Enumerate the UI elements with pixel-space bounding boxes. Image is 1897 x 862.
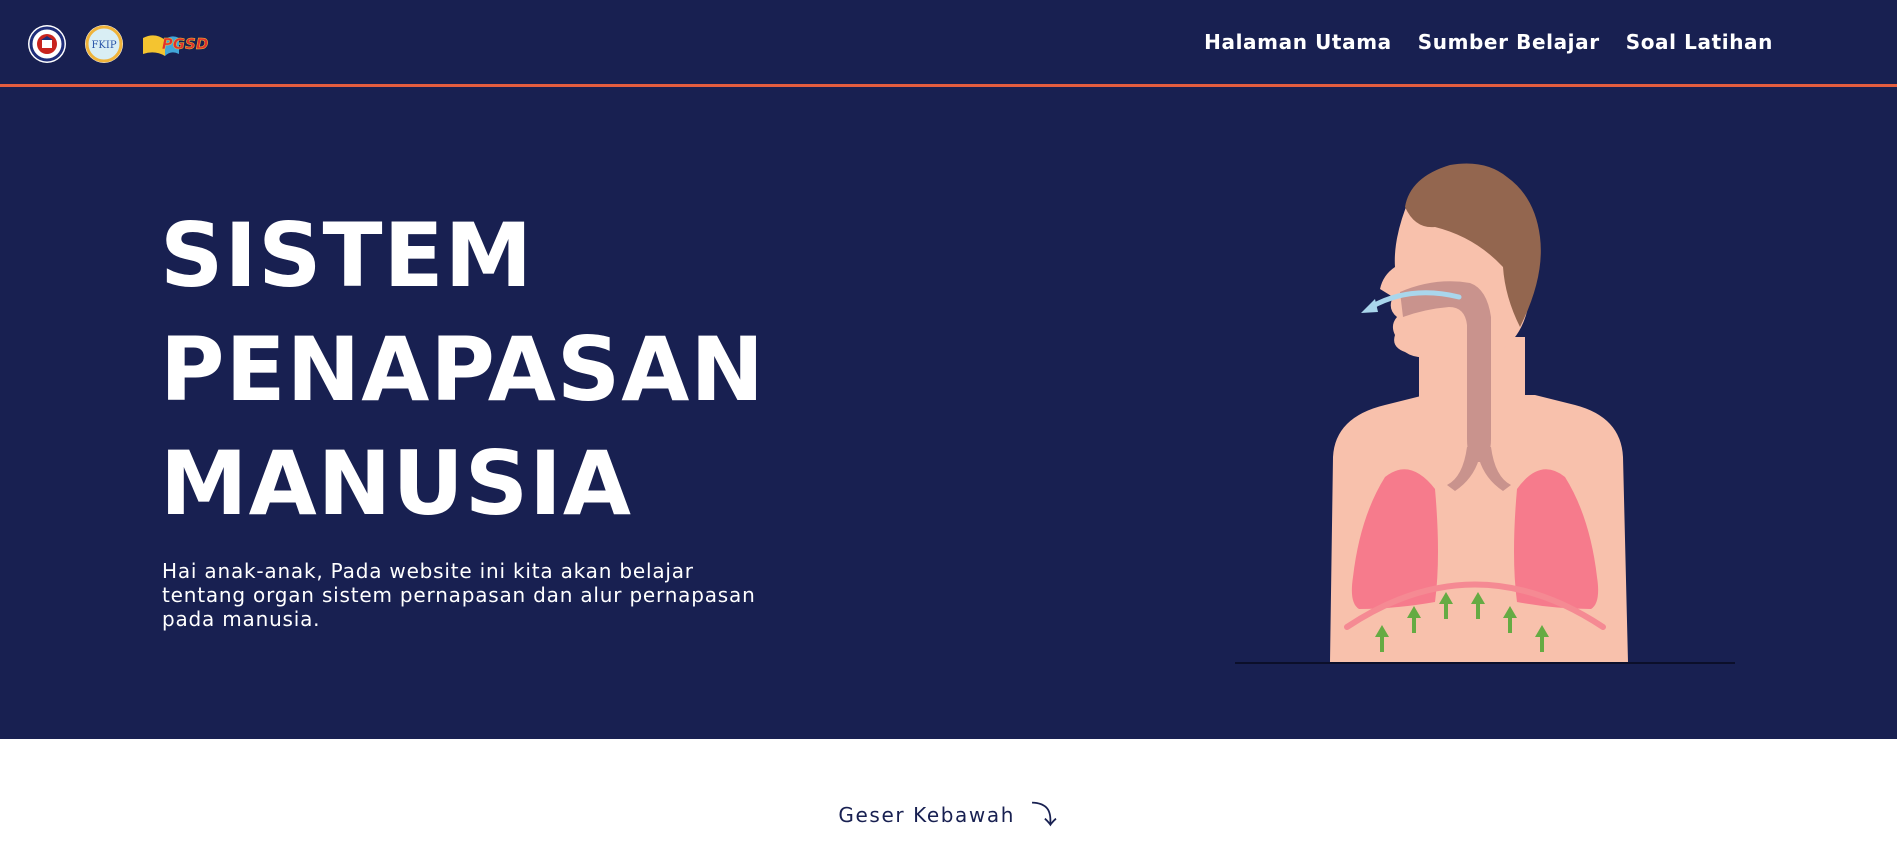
hero-section: SISTEM PENAPASAN MANUSIA Hai anak-anak, … (0, 87, 1897, 739)
hero-subtitle-line-3: pada manusia. (162, 607, 321, 631)
logo-group: FKIP PGSD (27, 24, 228, 64)
scroll-down-label: Geser Kebawah (838, 803, 1015, 827)
nav-link-sumber-belajar[interactable]: Sumber Belajar (1418, 30, 1600, 54)
fkip-logo-text: FKIP (91, 40, 116, 51)
hero-title: SISTEM PENAPASAN MANUSIA (160, 199, 765, 541)
hero-title-line-1: SISTEM (160, 204, 534, 307)
hero-title-line-2: PENAPASAN (160, 318, 766, 421)
hero-subtitle: Hai anak-anak, Pada website ini kita aka… (162, 559, 822, 631)
fkip-logo[interactable]: FKIP (84, 24, 124, 64)
university-seal-logo[interactable] (27, 24, 67, 64)
nav-link-soal-latihan[interactable]: Soal Latihan (1626, 30, 1773, 54)
hero-subtitle-line-1: Hai anak-anak, Pada website ini kita aka… (162, 559, 694, 583)
nav-link-halaman-utama[interactable]: Halaman Utama (1204, 30, 1392, 54)
site-header: FKIP PGSD Halaman Utama Sumber Belajar S… (0, 0, 1897, 87)
main-nav: Halaman Utama Sumber Belajar Soal Latiha… (1178, 30, 1773, 54)
hero-title-line-3: MANUSIA (160, 432, 633, 535)
arrow-down-curved-icon: ⤵ (1030, 801, 1059, 831)
pgsd-logo[interactable]: PGSD (141, 28, 211, 60)
hero-subtitle-line-2: tentang organ sistem pernapasan dan alur… (162, 583, 756, 607)
pgsd-logo-text: PGSD (162, 35, 209, 53)
respiratory-system-illustration (1235, 163, 1735, 664)
scroll-down-hint[interactable]: Geser Kebawah ⤵ (0, 795, 1897, 832)
